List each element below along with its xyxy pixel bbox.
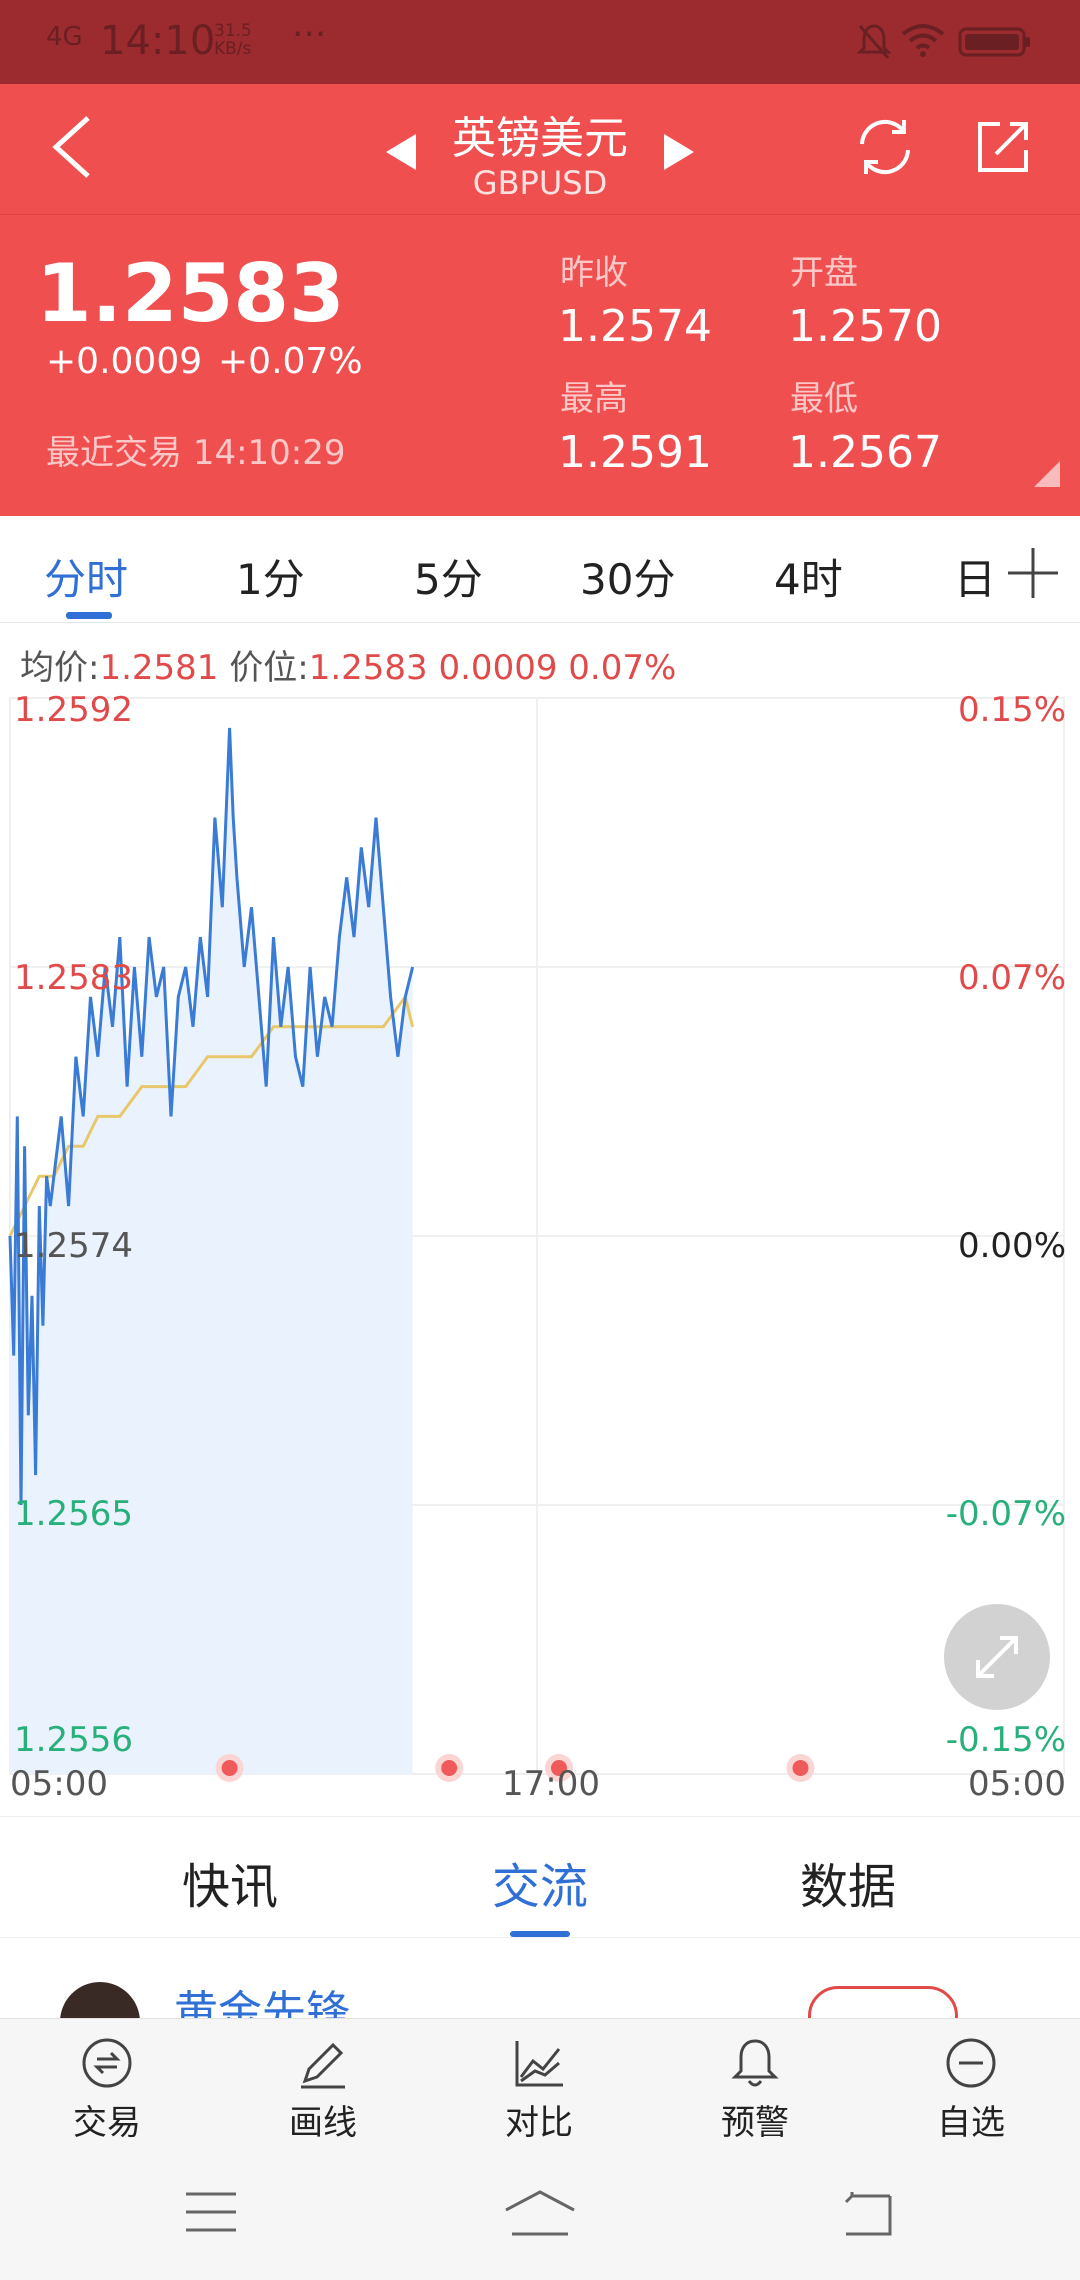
tab-5min[interactable]: 5分 xyxy=(414,546,483,607)
low-value: 1.2567 xyxy=(788,427,942,478)
tab-30min[interactable]: 30分 xyxy=(580,546,675,607)
feed-author-name[interactable]: 黄金先锋 xyxy=(174,1976,350,2018)
prev-close-value: 1.2574 xyxy=(558,301,712,352)
y-pct-label: 0.15% xyxy=(957,690,1066,730)
fullscreen-button[interactable] xyxy=(944,1604,1050,1710)
event-marker xyxy=(441,1760,458,1776)
expand-icon xyxy=(976,1636,1018,1678)
open-label: 开盘 xyxy=(790,253,858,293)
last-trade-time: 14:10:29 xyxy=(192,433,346,473)
price-change-pct: +0.07% xyxy=(218,341,363,382)
instrument-symbol: GBPUSD xyxy=(472,164,608,202)
tab-news[interactable]: 快讯 xyxy=(182,1847,278,1917)
toolbar-draw[interactable]: 画线 xyxy=(248,2035,398,2144)
mute-bell-icon xyxy=(856,24,892,59)
y-pct-label: 0.00% xyxy=(957,1226,1066,1266)
tab-intraday[interactable]: 分时 xyxy=(44,546,128,607)
follow-button[interactable] xyxy=(808,1986,958,2018)
signal-icon: 4G xyxy=(46,22,83,52)
open-value: 1.2570 xyxy=(788,301,942,352)
price-change: +0.0009 xyxy=(46,341,203,382)
avatar[interactable] xyxy=(60,1982,140,2018)
net-speed-unit: KB/s xyxy=(214,39,252,59)
high-value: 1.2591 xyxy=(558,427,712,478)
toolbar-label: 自选 xyxy=(937,2103,1005,2143)
event-marker xyxy=(221,1760,238,1776)
y-tick-label: 1.2592 xyxy=(14,690,133,730)
last-trade-label: 最近交易 xyxy=(46,433,182,473)
period-tabs: 分时 1分 5分 30分 4时 日 xyxy=(0,516,1080,623)
tab-discussion[interactable]: 交流 xyxy=(492,1847,588,1917)
toolbar-label: 交易 xyxy=(73,2103,141,2143)
feed-preview: 黄金先锋 xyxy=(0,1938,1080,2018)
high-label: 最高 xyxy=(560,379,628,419)
toolbar-label: 画线 xyxy=(289,2103,357,2143)
avg-value: 1.2581 xyxy=(99,648,219,688)
price-value: 1.2583 0.0009 0.07% xyxy=(308,648,677,688)
intraday-chart[interactable]: 1.2592 1.2583 1.2574 1.2565 1.2556 0.15%… xyxy=(0,690,1080,1820)
chart-info-line: 均价:1.2581 价位:1.2583 0.0009 0.07% xyxy=(20,640,676,689)
status-bar: 4G 14:10 31.5 KB/s ··· xyxy=(0,0,1080,84)
expand-corner-icon[interactable] xyxy=(1034,461,1060,487)
low-label: 最低 xyxy=(790,379,858,419)
tab-1min[interactable]: 1分 xyxy=(236,546,305,607)
status-time: 14:10 xyxy=(100,18,216,64)
minus-circle-icon xyxy=(946,2038,996,2088)
trade-icon xyxy=(82,2038,132,2088)
back-nav-icon[interactable] xyxy=(840,2188,896,2238)
y-pct-label: -0.07% xyxy=(945,1494,1066,1534)
tab-data[interactable]: 数据 xyxy=(800,1847,896,1917)
share-icon[interactable] xyxy=(970,114,1036,180)
y-tick-label: 1.2556 xyxy=(14,1720,133,1760)
bell-icon xyxy=(731,2039,779,2087)
event-marker xyxy=(792,1760,809,1776)
net-speed-value: 31.5 xyxy=(214,21,252,41)
pen-icon xyxy=(301,2042,345,2089)
home-icon[interactable] xyxy=(502,2188,578,2238)
x-tick-label: 05:00 xyxy=(968,1764,1066,1804)
refresh-icon[interactable] xyxy=(852,114,918,180)
more-notifications: ··· xyxy=(292,14,327,55)
active-content-tab-indicator xyxy=(510,1931,570,1937)
battery-icon xyxy=(958,27,1030,57)
last-trade: 最近交易 14:10:29 xyxy=(46,425,346,474)
bottom-toolbar: 交易 画线 对比 预警 自选 xyxy=(0,2018,1080,2149)
active-tab-indicator xyxy=(66,612,112,619)
header-bar: 英镑美元 GBPUSD xyxy=(0,84,1080,214)
prev-close-label: 昨收 xyxy=(560,253,628,293)
toolbar-label: 预警 xyxy=(721,2103,789,2143)
menu-icon[interactable] xyxy=(184,2190,238,2234)
toolbar-compare[interactable]: 对比 xyxy=(464,2035,614,2144)
y-tick-label: 1.2574 xyxy=(14,1226,133,1266)
toolbar-trade[interactable]: 交易 xyxy=(32,2035,182,2144)
plus-icon[interactable] xyxy=(1006,546,1060,600)
instrument-title: 英镑美元 xyxy=(452,113,628,164)
net-speed: 31.5 KB/s xyxy=(214,22,252,58)
next-triangle-icon[interactable] xyxy=(664,134,694,170)
y-pct-label: 0.07% xyxy=(957,958,1066,998)
y-tick-label: 1.2583 xyxy=(14,958,133,998)
y-pct-label: -0.15% xyxy=(945,1720,1066,1760)
current-price: 1.2583 xyxy=(36,247,345,340)
content-tabs: 快讯 交流 数据 xyxy=(0,1816,1080,1938)
price-label: 价位: xyxy=(229,648,309,688)
wifi-icon xyxy=(901,24,945,57)
tab-day[interactable]: 日 xyxy=(954,546,996,607)
chart-canvas xyxy=(8,697,1065,1782)
toolbar-watchlist[interactable]: 自选 xyxy=(896,2035,1046,2144)
y-tick-label: 1.2565 xyxy=(14,1494,133,1534)
x-tick-label: 17:00 xyxy=(502,1764,600,1804)
quote-panel: 1.2583 +0.0009 +0.07% 最近交易 14:10:29 昨收 1… xyxy=(0,214,1080,517)
toolbar-label: 对比 xyxy=(505,2103,573,2143)
system-nav-bar xyxy=(0,2148,1080,2280)
compare-chart-icon xyxy=(515,2041,563,2087)
x-tick-label: 05:00 xyxy=(10,1764,108,1804)
toolbar-alert[interactable]: 预警 xyxy=(680,2035,830,2144)
avg-label: 均价: xyxy=(20,648,100,688)
tab-4hour[interactable]: 4时 xyxy=(774,546,843,607)
